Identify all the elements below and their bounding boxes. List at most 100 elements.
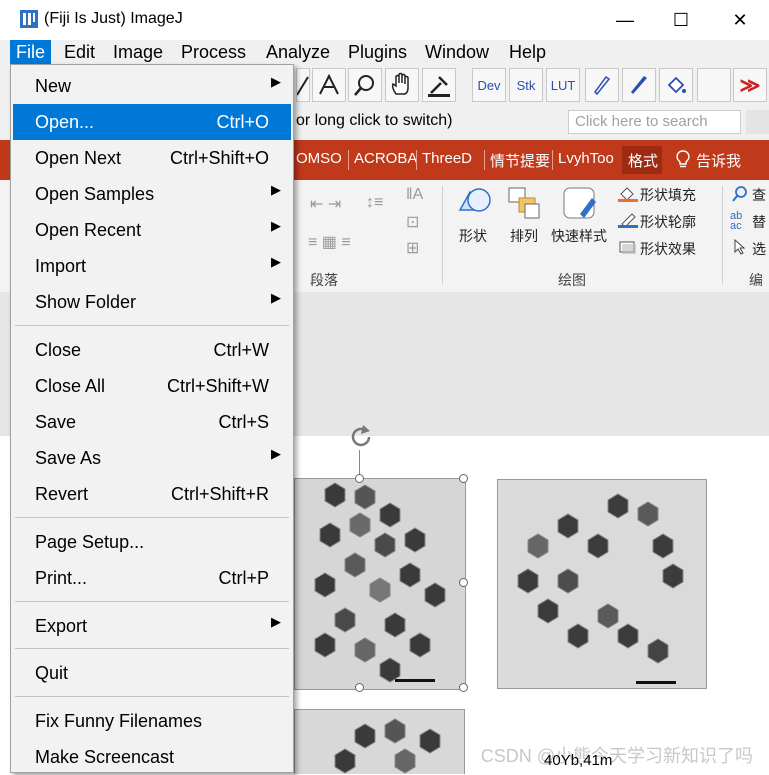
menu-item-open-recent[interactable]: Open Recent ▶ [13, 212, 291, 248]
menu-item-fix-funny-filenames[interactable]: Fix Funny Filenames [13, 703, 291, 739]
menu-image[interactable]: Image [113, 40, 163, 64]
micrograph-image[interactable] [497, 479, 707, 689]
tab-format[interactable]: 格式 [628, 150, 658, 171]
lut-tool-button[interactable]: LUT [546, 68, 580, 102]
menu-item-open-samples[interactable]: Open Samples ▶ [13, 176, 291, 212]
micrograph-image-selected[interactable] [294, 478, 466, 690]
shape-effects-label[interactable]: 形状效果 [640, 239, 696, 259]
menu-item-label: Make Screencast [35, 747, 175, 767]
align-text-vertical-icon[interactable]: ⊡ [406, 212, 419, 232]
menu-item-label: Close [35, 340, 82, 360]
menu-item-save-as[interactable]: Save As ▶ [13, 440, 291, 476]
shape-outline-icon[interactable] [618, 212, 638, 228]
menu-analyze[interactable]: Analyze [266, 40, 330, 64]
menu-edit[interactable]: Edit [64, 40, 95, 64]
menu-item-shortcut: Ctrl+S [218, 412, 269, 432]
menu-item-export[interactable]: Export ▶ [13, 608, 291, 644]
maximize-button[interactable]: ☐ [653, 0, 709, 40]
menu-separator [15, 517, 289, 518]
hand-tool-button[interactable] [385, 68, 419, 102]
menu-item-label: Close All [35, 376, 106, 396]
text-tool-button[interactable] [312, 68, 346, 102]
menu-item-make-screencast[interactable]: Make Screencast [13, 739, 291, 775]
empty-tool-slot[interactable] [697, 68, 731, 102]
menu-item-open[interactable]: Open... Ctrl+O [13, 104, 291, 140]
minimize-button[interactable]: — [597, 0, 653, 40]
resize-handle-bottom-right[interactable] [459, 683, 468, 692]
flood-fill-tool-button[interactable] [659, 68, 693, 102]
menu-item-quit[interactable]: Quit [13, 655, 291, 691]
more-tools-button[interactable]: ≫ [733, 68, 767, 102]
find-icon[interactable] [732, 186, 748, 207]
menu-item-open-next[interactable]: Open Next Ctrl+Shift+O [13, 140, 291, 176]
menu-item-new[interactable]: New ▶ [13, 68, 291, 104]
menu-separator [15, 648, 289, 649]
resize-handle-middle-right[interactable] [459, 578, 468, 587]
replace-label[interactable]: 替 [752, 212, 766, 232]
shape-fill-label[interactable]: 形状填充 [640, 185, 696, 205]
menu-item-label: Print... [35, 568, 88, 588]
tab-divider [552, 150, 553, 170]
search-button[interactable] [746, 110, 769, 134]
menu-help[interactable]: Help [509, 40, 546, 64]
tab-threed[interactable]: ThreeD [422, 150, 472, 167]
menu-process[interactable]: Process [181, 40, 246, 64]
quick-styles-label[interactable]: 快速样式 [551, 226, 607, 246]
select-cursor-icon[interactable] [734, 238, 746, 260]
menu-item-import[interactable]: Import ▶ [13, 248, 291, 284]
dev-tool-button[interactable]: Dev [472, 68, 506, 102]
shape-fill-icon[interactable] [618, 186, 638, 202]
menu-item-save[interactable]: Save Ctrl+S [13, 404, 291, 440]
shape-outline-label[interactable]: 形状轮廓 [640, 212, 696, 232]
tab-storyboard[interactable]: 情节提要 [490, 150, 550, 171]
line-spacing-icon[interactable]: ↕≡ [366, 194, 383, 212]
resize-handle-bottom-middle[interactable] [355, 683, 364, 692]
find-label[interactable]: 查 [752, 185, 766, 205]
submenu-arrow-icon: ▶ [271, 74, 281, 89]
convert-smartart-icon[interactable]: ⊞ [406, 238, 419, 258]
menu-item-page-setup[interactable]: Page Setup... [13, 524, 291, 560]
tab-omso[interactable]: OMSO [296, 150, 342, 167]
quick-styles-icon[interactable] [560, 184, 600, 229]
menu-window[interactable]: Window [425, 40, 489, 64]
rotate-handle-icon[interactable] [346, 424, 376, 455]
shape-label[interactable]: 形状 [459, 226, 487, 246]
align-text-icon[interactable]: ⇤ ⇥ [310, 194, 341, 214]
menu-item-show-folder[interactable]: Show Folder ▶ [13, 284, 291, 320]
stk-tool-button[interactable]: Stk [509, 68, 543, 102]
resize-handle-top-middle[interactable] [355, 474, 364, 483]
zoom-tool-button[interactable] [348, 68, 382, 102]
menu-file[interactable]: File [10, 40, 52, 64]
resize-handle-top-right[interactable] [459, 474, 468, 483]
tell-me-search[interactable]: 告诉我 [696, 150, 741, 171]
search-input[interactable]: Click here to search [568, 110, 741, 134]
menu-item-close-all[interactable]: Close All Ctrl+Shift+W [13, 368, 291, 404]
tab-acrobat[interactable]: ACROBA [354, 150, 417, 167]
menu-item-label: Quit [35, 663, 69, 683]
brush-tool-button[interactable] [622, 68, 656, 102]
justify-icons[interactable]: ≡ ▦ ≡ [308, 232, 351, 252]
shape-effects-icon[interactable] [618, 239, 638, 255]
arrange-label[interactable]: 排列 [510, 226, 538, 246]
menu-item-label: Revert [35, 484, 89, 504]
arrange-icon[interactable] [505, 184, 543, 227]
micrograph-image[interactable] [294, 709, 465, 774]
color-picker-tool-button[interactable] [422, 68, 456, 102]
tab-divider [484, 150, 485, 170]
menu-plugins[interactable]: Plugins [348, 40, 407, 64]
edit-group-label: 编 [749, 272, 763, 288]
menu-item-print[interactable]: Print... Ctrl+P [13, 560, 291, 596]
line-tool-button[interactable] [296, 68, 310, 102]
menu-item-close[interactable]: Close Ctrl+W [13, 332, 291, 368]
close-button[interactable]: ✕ [712, 0, 768, 40]
pencil-tool-button[interactable] [585, 68, 619, 102]
tab-divider [348, 150, 349, 170]
replace-icon[interactable]: ab ac [730, 211, 742, 232]
tab-lvyhtool[interactable]: LvyhToo [558, 150, 614, 167]
select-label[interactable]: 选 [752, 239, 766, 259]
menu-item-revert[interactable]: Revert Ctrl+Shift+R [13, 476, 291, 512]
shape-icon[interactable] [454, 184, 494, 229]
lightbulb-icon [676, 150, 690, 173]
text-direction-icon[interactable]: ‖A [406, 186, 423, 204]
window-title: (Fiji Is Just) ImageJ [44, 10, 183, 27]
